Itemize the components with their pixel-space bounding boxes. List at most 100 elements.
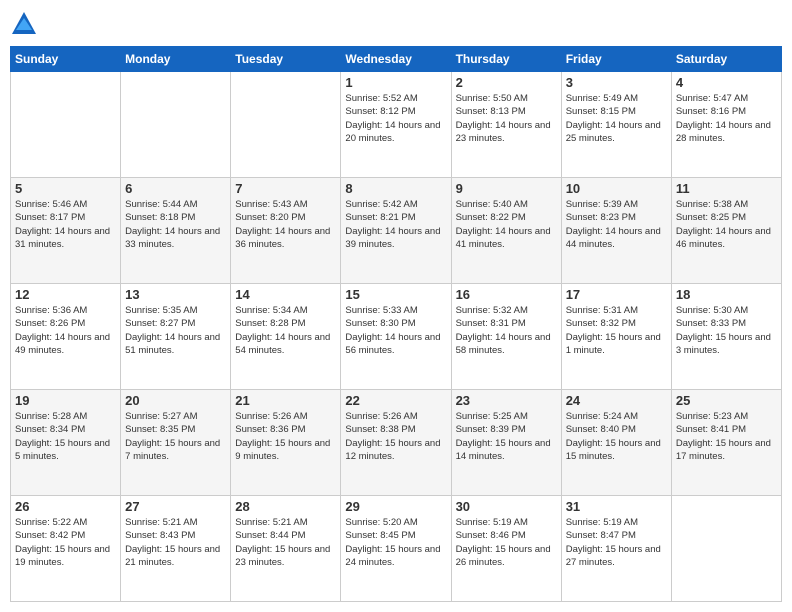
day-info: Sunrise: 5:30 AMSunset: 8:33 PMDaylight:… — [676, 305, 771, 356]
calendar-cell: 7 Sunrise: 5:43 AMSunset: 8:20 PMDaylight… — [231, 178, 341, 284]
day-info: Sunrise: 5:47 AMSunset: 8:16 PMDaylight:… — [676, 93, 771, 144]
day-info: Sunrise: 5:44 AMSunset: 8:18 PMDaylight:… — [125, 199, 220, 250]
day-info: Sunrise: 5:52 AMSunset: 8:12 PMDaylight:… — [345, 93, 440, 144]
day-info: Sunrise: 5:25 AMSunset: 8:39 PMDaylight:… — [456, 411, 551, 462]
calendar-week-row: 19Sunrise: 5:28 AMSunset: 8:34 PMDayligh… — [11, 390, 782, 496]
calendar-cell: 18 Sunrise: 5:30 AMSunset: 8:33 PMDayligh… — [671, 284, 781, 390]
day-number: 11 — [676, 181, 777, 196]
calendar-cell: 21 Sunrise: 5:26 AMSunset: 8:36 PMDayligh… — [231, 390, 341, 496]
calendar-cell — [671, 496, 781, 602]
day-info: Sunrise: 5:20 AMSunset: 8:45 PMDaylight:… — [345, 517, 440, 568]
day-number: 5 — [15, 181, 116, 196]
day-info: Sunrise: 5:36 AMSunset: 8:26 PMDaylight:… — [15, 305, 110, 356]
day-number: 28 — [235, 499, 336, 514]
calendar-cell: 15 Sunrise: 5:33 AMSunset: 8:30 PMDayligh… — [341, 284, 451, 390]
day-number: 30 — [456, 499, 557, 514]
day-info: Sunrise: 5:21 AMSunset: 8:44 PMDaylight:… — [235, 517, 330, 568]
calendar-cell: 8 Sunrise: 5:42 AMSunset: 8:21 PMDaylight… — [341, 178, 451, 284]
calendar-cell: 28 Sunrise: 5:21 AMSunset: 8:44 PMDayligh… — [231, 496, 341, 602]
day-info: Sunrise: 5:26 AMSunset: 8:36 PMDaylight:… — [235, 411, 330, 462]
day-header: Wednesday — [341, 47, 451, 72]
day-number: 27 — [125, 499, 226, 514]
day-number: 23 — [456, 393, 557, 408]
day-info: Sunrise: 5:33 AMSunset: 8:30 PMDaylight:… — [345, 305, 440, 356]
day-number: 14 — [235, 287, 336, 302]
day-info: Sunrise: 5:40 AMSunset: 8:22 PMDaylight:… — [456, 199, 551, 250]
day-header: Friday — [561, 47, 671, 72]
calendar-week-row: 12 Sunrise: 5:36 AMSunset: 8:26 PMDayligh… — [11, 284, 782, 390]
day-info: Sunrise: 5:43 AMSunset: 8:20 PMDaylight:… — [235, 199, 330, 250]
day-info: Sunrise: 5:42 AMSunset: 8:21 PMDaylight:… — [345, 199, 440, 250]
day-header: Monday — [121, 47, 231, 72]
day-info: Sunrise: 5:21 AMSunset: 8:43 PMDaylight:… — [125, 517, 220, 568]
day-number: 17 — [566, 287, 667, 302]
calendar-cell: 9 Sunrise: 5:40 AMSunset: 8:22 PMDaylight… — [451, 178, 561, 284]
calendar-cell — [121, 72, 231, 178]
day-number: 2 — [456, 75, 557, 90]
calendar-cell: 30 Sunrise: 5:19 AMSunset: 8:46 PMDayligh… — [451, 496, 561, 602]
day-number: 20 — [125, 393, 226, 408]
calendar-week-row: 1 Sunrise: 5:52 AMSunset: 8:12 PMDaylight… — [11, 72, 782, 178]
day-info: Sunrise: 5:19 AMSunset: 8:47 PMDaylight:… — [566, 517, 661, 568]
day-number: 25 — [676, 393, 777, 408]
day-info: Sunrise: 5:26 AMSunset: 8:38 PMDaylight:… — [345, 411, 440, 462]
day-info: Sunrise: 5:39 AMSunset: 8:23 PMDaylight:… — [566, 199, 661, 250]
day-number: 1 — [345, 75, 446, 90]
day-header: Tuesday — [231, 47, 341, 72]
calendar-cell: 12 Sunrise: 5:36 AMSunset: 8:26 PMDayligh… — [11, 284, 121, 390]
day-number: 26 — [15, 499, 116, 514]
calendar-cell: 29 Sunrise: 5:20 AMSunset: 8:45 PMDayligh… — [341, 496, 451, 602]
day-info: Sunrise: 5:23 AMSunset: 8:41 PMDaylight:… — [676, 411, 771, 462]
day-number: 18 — [676, 287, 777, 302]
day-info: Sunrise: 5:38 AMSunset: 8:25 PMDaylight:… — [676, 199, 771, 250]
day-number: 10 — [566, 181, 667, 196]
day-number: 3 — [566, 75, 667, 90]
header — [10, 10, 782, 38]
day-number: 22 — [345, 393, 446, 408]
calendar-cell: 6 Sunrise: 5:44 AMSunset: 8:18 PMDaylight… — [121, 178, 231, 284]
calendar-cell: 16Sunrise: 5:32 AMSunset: 8:31 PMDayligh… — [451, 284, 561, 390]
calendar-week-row: 26Sunrise: 5:22 AMSunset: 8:42 PMDayligh… — [11, 496, 782, 602]
day-number: 29 — [345, 499, 446, 514]
day-header: Sunday — [11, 47, 121, 72]
calendar-cell: 4 Sunrise: 5:47 AMSunset: 8:16 PMDaylight… — [671, 72, 781, 178]
calendar-cell: 3Sunrise: 5:49 AMSunset: 8:15 PMDaylight… — [561, 72, 671, 178]
day-info: Sunrise: 5:50 AMSunset: 8:13 PMDaylight:… — [456, 93, 551, 144]
logo — [10, 10, 42, 38]
day-info: Sunrise: 5:24 AMSunset: 8:40 PMDaylight:… — [566, 411, 661, 462]
day-number: 12 — [15, 287, 116, 302]
calendar-cell: 22 Sunrise: 5:26 AMSunset: 8:38 PMDayligh… — [341, 390, 451, 496]
calendar-header-row: SundayMondayTuesdayWednesdayThursdayFrid… — [11, 47, 782, 72]
calendar-cell: 25 Sunrise: 5:23 AMSunset: 8:41 PMDayligh… — [671, 390, 781, 496]
calendar-cell: 5 Sunrise: 5:46 AMSunset: 8:17 PMDaylight… — [11, 178, 121, 284]
day-info: Sunrise: 5:31 AMSunset: 8:32 PMDaylight:… — [566, 305, 661, 356]
day-info: Sunrise: 5:19 AMSunset: 8:46 PMDaylight:… — [456, 517, 551, 568]
day-number: 9 — [456, 181, 557, 196]
calendar-cell: 13Sunrise: 5:35 AMSunset: 8:27 PMDayligh… — [121, 284, 231, 390]
day-info: Sunrise: 5:34 AMSunset: 8:28 PMDaylight:… — [235, 305, 330, 356]
calendar-cell: 2 Sunrise: 5:50 AMSunset: 8:13 PMDaylight… — [451, 72, 561, 178]
day-header: Thursday — [451, 47, 561, 72]
calendar-week-row: 5 Sunrise: 5:46 AMSunset: 8:17 PMDaylight… — [11, 178, 782, 284]
day-header: Saturday — [671, 47, 781, 72]
calendar-table: SundayMondayTuesdayWednesdayThursdayFrid… — [10, 46, 782, 602]
calendar-cell: 24 Sunrise: 5:24 AMSunset: 8:40 PMDayligh… — [561, 390, 671, 496]
day-number: 21 — [235, 393, 336, 408]
day-number: 6 — [125, 181, 226, 196]
calendar-cell: 26Sunrise: 5:22 AMSunset: 8:42 PMDayligh… — [11, 496, 121, 602]
day-number: 31 — [566, 499, 667, 514]
day-number: 16 — [456, 287, 557, 302]
day-info: Sunrise: 5:46 AMSunset: 8:17 PMDaylight:… — [15, 199, 110, 250]
day-number: 8 — [345, 181, 446, 196]
calendar-cell: 11 Sunrise: 5:38 AMSunset: 8:25 PMDayligh… — [671, 178, 781, 284]
calendar-cell — [11, 72, 121, 178]
day-number: 24 — [566, 393, 667, 408]
day-number: 15 — [345, 287, 446, 302]
day-number: 4 — [676, 75, 777, 90]
calendar-cell: 31 Sunrise: 5:19 AMSunset: 8:47 PMDayligh… — [561, 496, 671, 602]
calendar-cell: 20 Sunrise: 5:27 AMSunset: 8:35 PMDayligh… — [121, 390, 231, 496]
calendar-cell — [231, 72, 341, 178]
day-info: Sunrise: 5:27 AMSunset: 8:35 PMDaylight:… — [125, 411, 220, 462]
day-number: 7 — [235, 181, 336, 196]
day-number: 19 — [15, 393, 116, 408]
